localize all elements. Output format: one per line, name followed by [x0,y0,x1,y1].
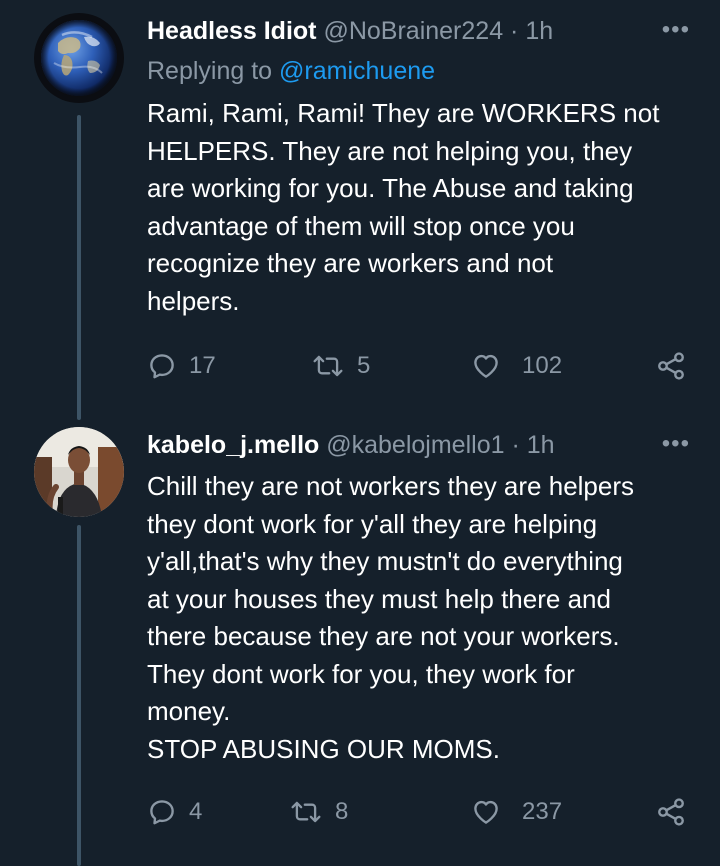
display-name[interactable]: Headless Idiot [147,17,317,45]
heart-icon [474,800,498,824]
more-options-icon[interactable]: ••• [662,432,690,456]
timestamp[interactable]: 1h [525,17,553,45]
user-handle[interactable]: @NoBrainer224 [323,17,503,45]
tweet[interactable]: kabelo_j.mello @kabelojmello1 · 1h ••• C… [0,420,720,866]
display-name[interactable]: kabelo_j.mello [147,431,319,459]
retweet-button[interactable]: 5 [311,346,370,386]
reply-button[interactable]: 17 [147,346,216,386]
replying-to: Replying to @ramichuene [147,54,435,88]
avatar[interactable] [34,427,124,517]
like-count: 237 [522,798,563,825]
mention-link[interactable]: @ramichuene [279,57,435,85]
replying-to-label: Replying to [147,57,273,85]
retweet-icon [313,355,343,377]
like-count: 102 [522,352,563,379]
tweet-header: Headless Idiot @NoBrainer224 · 1h [147,14,553,48]
reply-icon [150,354,174,379]
tweet-actions: 4 8 237 [147,792,692,832]
thread-line [77,115,81,420]
retweet-count: 5 [357,352,371,379]
thread-line [77,525,81,866]
share-button[interactable] [655,346,687,386]
like-button[interactable]: 102 [470,346,562,386]
tweet-header: kabelo_j.mello @kabelojmello1 · 1h [147,428,555,462]
avatar[interactable] [34,13,124,103]
like-button[interactable]: 237 [470,792,562,832]
share-icon [658,352,684,380]
tweet-text: Chill they are not workers they are help… [147,471,635,764]
retweet-icon [291,801,321,823]
reply-button[interactable]: 4 [147,792,202,832]
share-button[interactable] [655,792,687,832]
heart-icon [474,354,498,378]
tweet[interactable]: Headless Idiot @NoBrainer224 · 1h ••• Re… [0,0,720,420]
tweet-actions: 17 5 102 [147,346,692,386]
retweet-button[interactable]: 8 [289,792,348,832]
more-options-icon[interactable]: ••• [662,18,690,42]
timestamp[interactable]: 1h [527,431,555,459]
retweet-count: 8 [335,798,349,825]
reply-count: 17 [189,352,216,379]
share-icon [658,798,684,826]
tweet-text: Rami, Rami, Rami! They are WORKERS not H… [147,98,660,316]
separator-dot: · [511,431,520,459]
separator-dot: · [510,17,519,45]
reply-icon [150,800,174,825]
reply-count: 4 [189,798,203,825]
user-handle[interactable]: @kabelojmello1 [326,431,504,459]
